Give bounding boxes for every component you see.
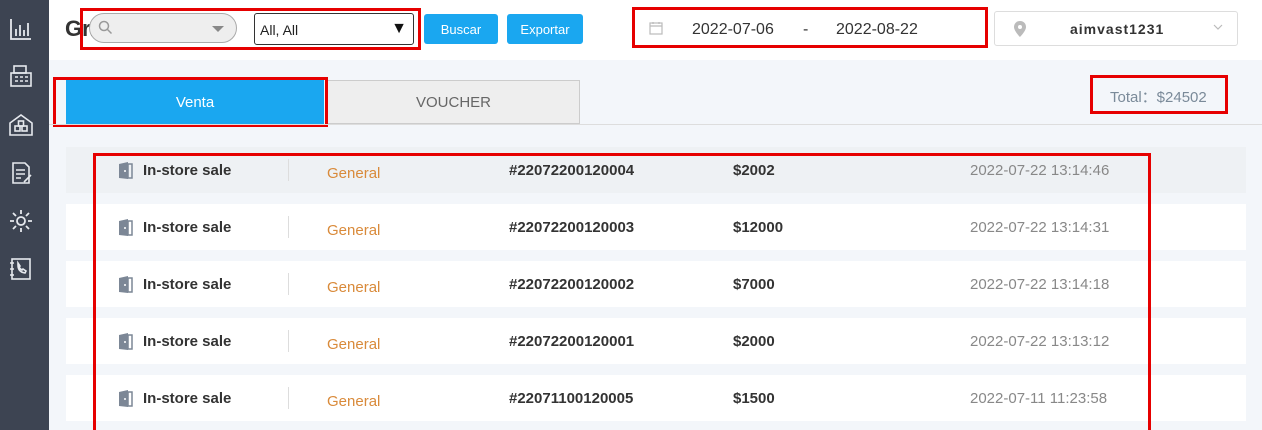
search-button[interactable]: Buscar xyxy=(424,14,498,44)
date-start[interactable]: 2022-07-06 xyxy=(692,21,774,39)
divider xyxy=(49,124,1262,125)
chevron-down-icon xyxy=(212,26,224,32)
date-separator: - xyxy=(803,21,809,38)
document-edit-icon[interactable] xyxy=(8,160,34,186)
location-pin-icon xyxy=(1014,21,1026,37)
chevron-down-icon xyxy=(1213,24,1223,30)
store-name: aimvast1231 xyxy=(1070,21,1165,37)
sidebar xyxy=(0,0,49,430)
total-amount: Total：$24502 xyxy=(1110,89,1207,106)
tab-highlight-frame xyxy=(53,77,328,127)
date-range-picker[interactable]: 2022-07-06 - 2022-08-22 xyxy=(632,7,988,48)
gear-icon[interactable] xyxy=(8,208,34,234)
search-input[interactable] xyxy=(89,13,237,43)
date-end[interactable]: 2022-08-22 xyxy=(836,21,918,39)
dropdown-triangle-icon: ▼ xyxy=(391,20,407,37)
store-select[interactable]: aimvast1231 xyxy=(994,11,1238,46)
total-box: Total：$24502 xyxy=(1090,75,1228,114)
filter-select[interactable]: All, All ▼ xyxy=(254,13,414,45)
phone-book-icon[interactable] xyxy=(8,256,34,282)
calendar-icon xyxy=(649,22,663,35)
cash-register-icon[interactable] xyxy=(8,63,34,89)
warehouse-icon[interactable] xyxy=(8,112,34,138)
transaction-list-frame xyxy=(93,153,1151,430)
bar-chart-icon[interactable] xyxy=(8,16,34,42)
export-button[interactable]: Exportar xyxy=(507,14,583,44)
search-icon xyxy=(98,20,113,35)
tab-voucher[interactable]: VOUCHER xyxy=(327,80,580,124)
filter-select-value: All, All xyxy=(260,22,299,38)
